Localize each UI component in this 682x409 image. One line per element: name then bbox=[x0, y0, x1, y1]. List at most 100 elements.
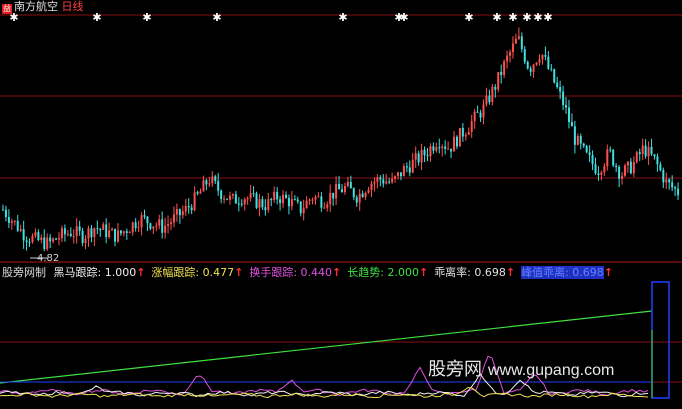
candle-body bbox=[196, 192, 199, 194]
candle-body bbox=[332, 192, 335, 199]
candle-body bbox=[532, 64, 535, 72]
candle-body bbox=[650, 146, 653, 155]
chart-canvas[interactable]: ✱ ✱ ✱ ✱ ✱ ✱✱ ✱ ✱ ✱ ✱ ✱ ✱ bbox=[0, 0, 682, 409]
candle-body bbox=[125, 231, 128, 233]
candle-body bbox=[603, 166, 606, 173]
chart-header: 益南方航空 日线 bbox=[2, 0, 84, 14]
candle-body bbox=[305, 200, 308, 209]
candle-body bbox=[290, 199, 293, 207]
candle-body bbox=[653, 154, 656, 157]
candle-body bbox=[134, 222, 137, 228]
indicator-item-1: 涨幅跟踪: 0.477 bbox=[151, 266, 235, 279]
candle-body bbox=[429, 146, 432, 157]
indicator-item-3: 长趋势: 2.000 bbox=[347, 266, 419, 279]
candle-body bbox=[497, 71, 500, 90]
candle-body bbox=[659, 164, 662, 171]
signal-star-icon: ✱ bbox=[399, 11, 408, 24]
candle-body bbox=[367, 189, 370, 193]
candle-body bbox=[623, 165, 626, 176]
candle-body bbox=[674, 187, 677, 189]
candle-body bbox=[609, 149, 612, 151]
candle-body bbox=[370, 183, 373, 190]
low-price-label: 4.82 bbox=[37, 253, 60, 264]
candle-body bbox=[60, 228, 63, 239]
candle-body bbox=[511, 43, 514, 53]
candle-body bbox=[19, 229, 22, 231]
candle-body bbox=[470, 121, 473, 132]
candle-body bbox=[31, 235, 34, 243]
grid-lines bbox=[0, 14, 682, 383]
candle-body bbox=[293, 199, 296, 201]
candle-body bbox=[102, 224, 105, 230]
candle-body bbox=[16, 220, 19, 231]
indicator-name[interactable]: 股旁网制 bbox=[2, 266, 46, 279]
candle-body bbox=[149, 223, 152, 229]
candle-body bbox=[287, 197, 290, 207]
candle-body bbox=[190, 207, 193, 211]
candle-body bbox=[644, 145, 647, 157]
candle-body bbox=[152, 226, 155, 229]
candle-body bbox=[373, 181, 376, 184]
candle-body bbox=[111, 228, 114, 231]
candle-body bbox=[447, 148, 450, 150]
candle-body bbox=[385, 181, 388, 184]
candle-body bbox=[205, 180, 208, 185]
indicator-items: 黑马跟踪: 1.000↑ 涨幅跟踪: 0.477↑ 换手跟踪: 0.440↑ 长趋势:… bbox=[54, 266, 620, 279]
candle-body bbox=[467, 131, 470, 135]
candle-body bbox=[618, 166, 621, 179]
candle-body bbox=[167, 224, 170, 226]
candle-body bbox=[172, 214, 175, 223]
candle-body bbox=[485, 95, 488, 105]
indicator-item-0: 黑马跟踪: 1.000 bbox=[53, 266, 137, 279]
candle-body bbox=[570, 122, 573, 127]
candle-body bbox=[582, 143, 585, 147]
indicator-item-5: 峰值乖离: 0.698 bbox=[521, 266, 604, 279]
candle-body bbox=[146, 216, 149, 224]
period-label[interactable]: 日线 bbox=[62, 0, 84, 13]
candle-body bbox=[2, 209, 4, 211]
candle-body bbox=[420, 149, 423, 163]
signal-markers: ✱ ✱ ✱ ✱ ✱ ✱✱ ✱ ✱ ✱ ✱ ✱ ✱ bbox=[9, 11, 552, 24]
candle-body bbox=[514, 38, 517, 44]
candle-body bbox=[158, 219, 161, 226]
candle-body bbox=[453, 136, 456, 152]
candle-body bbox=[550, 68, 553, 70]
signal-star-icon: ✱ bbox=[508, 11, 517, 24]
candle-body bbox=[175, 209, 178, 215]
candle-body bbox=[28, 242, 31, 244]
candle-body bbox=[565, 104, 568, 108]
candle-body bbox=[361, 193, 364, 198]
candle-body bbox=[66, 233, 69, 235]
candle-body bbox=[96, 228, 99, 230]
candle-body bbox=[535, 62, 538, 65]
candle-body bbox=[170, 222, 173, 225]
candle-body bbox=[668, 179, 671, 183]
candle-body bbox=[119, 230, 122, 234]
candle-body bbox=[517, 36, 520, 39]
candle-body bbox=[641, 145, 644, 154]
candle-body bbox=[282, 194, 285, 204]
candle-body bbox=[279, 199, 282, 204]
stock-name[interactable]: 南方航空 bbox=[14, 0, 58, 13]
candle-body bbox=[473, 111, 476, 122]
watermark: 股旁网 www.gupang.com bbox=[428, 355, 614, 381]
watermark-text: 股旁网 bbox=[428, 359, 482, 380]
candle-body bbox=[258, 199, 261, 208]
candle-body bbox=[597, 173, 600, 175]
candle-body bbox=[335, 183, 338, 199]
candle-body bbox=[629, 161, 632, 174]
candle-body bbox=[379, 177, 382, 180]
candle-body bbox=[405, 166, 408, 168]
candle-body bbox=[114, 228, 117, 242]
candle-body bbox=[346, 181, 349, 187]
candle-body bbox=[55, 238, 58, 240]
candle-body bbox=[58, 238, 61, 240]
candle-body bbox=[202, 180, 205, 192]
signal-star-icon: ✱ bbox=[212, 11, 221, 24]
candle-body bbox=[520, 36, 523, 50]
candle-body bbox=[93, 228, 96, 238]
candle-body bbox=[494, 86, 497, 90]
candle-body bbox=[237, 203, 240, 205]
candle-body bbox=[656, 156, 659, 165]
candle-body bbox=[455, 136, 458, 147]
